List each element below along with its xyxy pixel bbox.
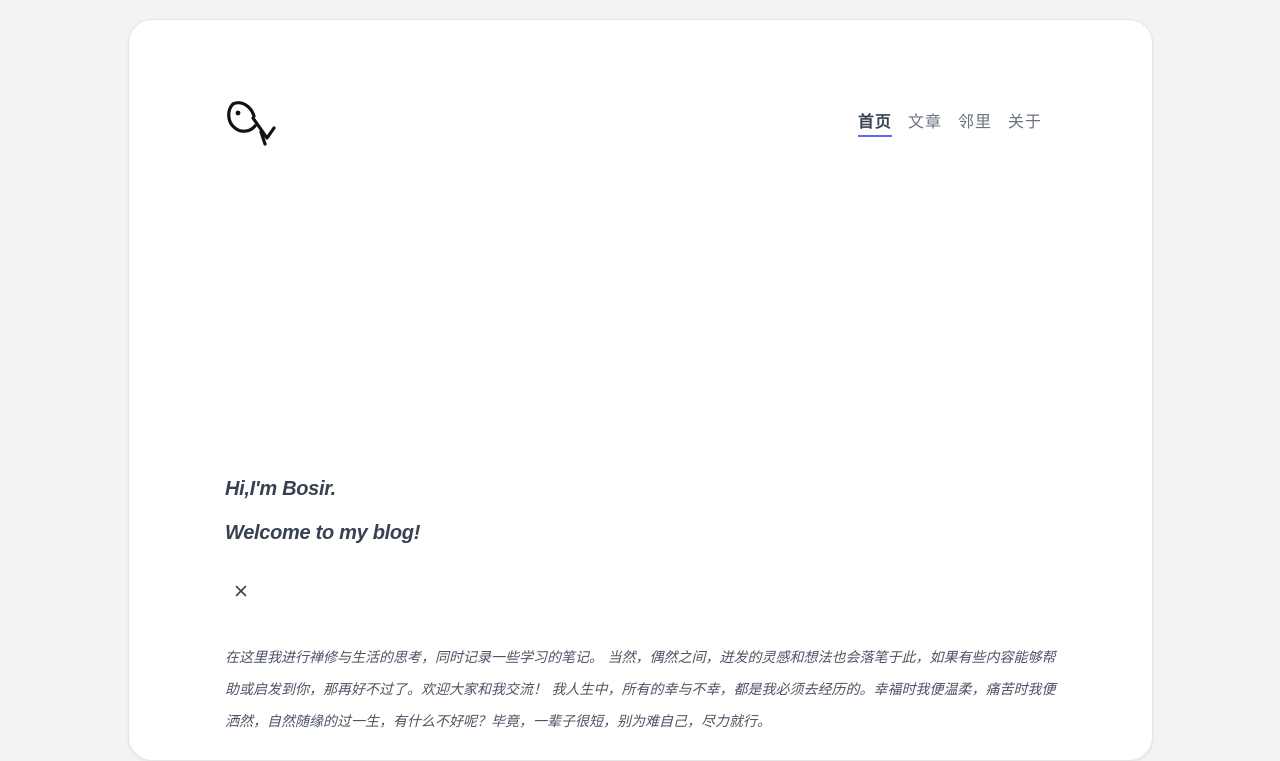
fish-logo-icon[interactable] [225,98,277,148]
nav-item-home[interactable]: 首页 [858,111,893,137]
intro-paragraph: 在这里我进行禅修与生活的思考，同时记录一些学习的笔记。 当然，偶然之间，迸发的灵… [225,650,1056,730]
hero-greeting: Hi,I'm Bosir. [225,478,336,500]
main-nav: 首页 文章 邻里 关于 [858,111,1042,137]
nav-item-neighbors[interactable]: 邻里 [958,111,992,137]
hero-welcome: Welcome to my blog! [225,522,421,544]
main-card: 首页 文章 邻里 关于 Hi,I'm Bosir. Welcome to my … [128,19,1153,761]
nav-item-about[interactable]: 关于 [1008,111,1042,137]
close-icon[interactable] [233,583,249,599]
nav-item-articles[interactable]: 文章 [908,111,942,137]
